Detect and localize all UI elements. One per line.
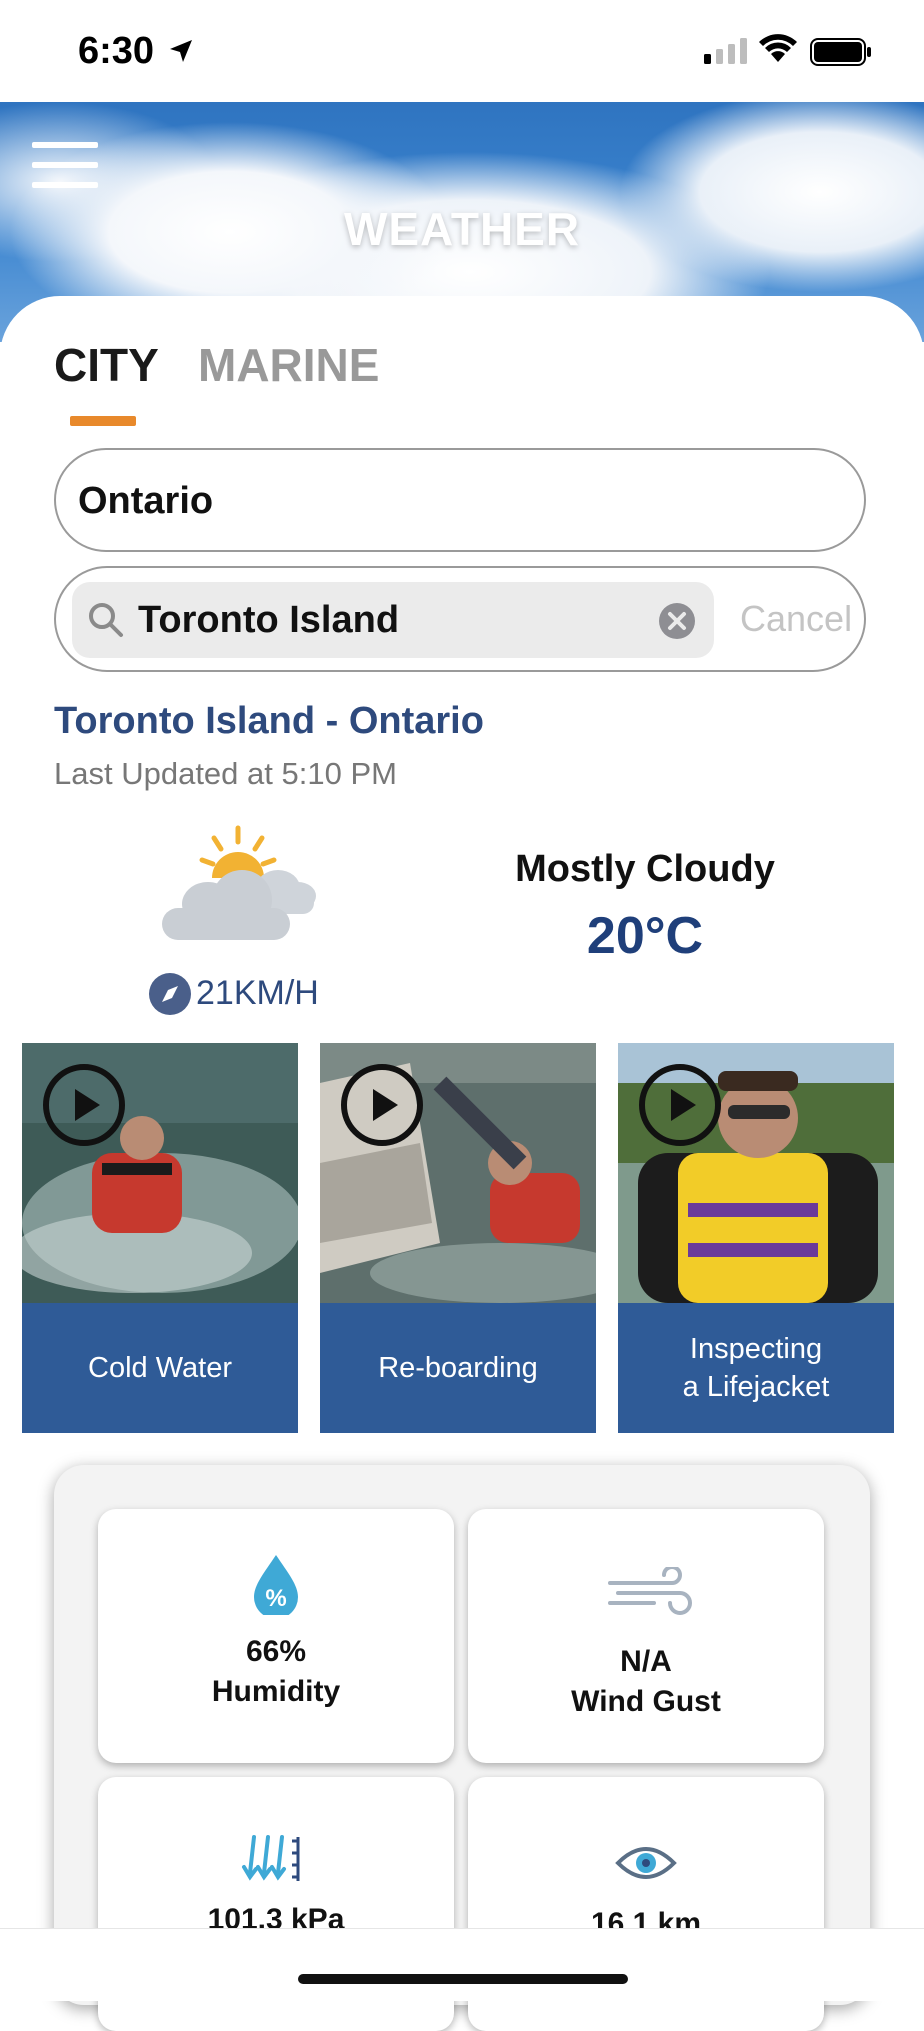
province-selector[interactable]: Ontario [54, 448, 866, 552]
location-arrow-icon [170, 40, 192, 62]
active-tab-indicator [70, 416, 136, 426]
visibility-icon [615, 1847, 677, 1879]
home-indicator[interactable] [298, 1974, 628, 1984]
video-label: Inspecting a Lifejacket [682, 1333, 830, 1403]
menu-icon[interactable] [32, 142, 98, 190]
tab-marine[interactable]: MARINE [198, 338, 379, 392]
pressure-icon [242, 1835, 300, 1881]
video-card-cold-water[interactable]: Cold Water [22, 1043, 298, 1433]
wind-gust-label: Wind Gust [571, 1685, 721, 1718]
tab-city[interactable]: CITY [54, 338, 159, 392]
weather-details-panel: % 66% Humidity N/A Wind Gust 101.3 kPa 1… [54, 1465, 870, 2031]
cellular-signal-icon [704, 38, 747, 64]
humidity-value: 66% [245, 1635, 307, 1668]
video-label: Re-boarding [378, 1352, 538, 1384]
location-title: Toronto Island - Ontario [54, 700, 484, 742]
temperature: 20°C [586, 907, 704, 965]
weather-condition: Mostly Cloudy [515, 848, 775, 890]
battery-icon [810, 38, 871, 66]
play-icon [639, 1064, 721, 1146]
province-value: Ontario [78, 480, 214, 522]
search-input[interactable]: Toronto Island [72, 582, 714, 658]
wind-gust-value: N/A [620, 1645, 672, 1678]
search-bar: Toronto Island Cancel [54, 566, 866, 672]
video-card-re-boarding[interactable]: Re-boarding [320, 1043, 596, 1433]
search-value: Toronto Island [138, 599, 400, 641]
home-indicator-area [0, 1928, 924, 2001]
cancel-button[interactable]: Cancel [740, 598, 852, 640]
compass-icon [149, 973, 191, 1015]
humidity-icon: % [254, 1555, 298, 1615]
video-thumbnail [320, 1043, 596, 1303]
video-thumbnail [618, 1043, 894, 1303]
clear-search-icon[interactable] [658, 602, 696, 640]
play-icon [341, 1064, 423, 1146]
partly-cloudy-icon [162, 825, 316, 940]
status-time: 6:30 [78, 30, 155, 72]
svg-text:%: % [265, 1585, 286, 1612]
video-thumbnail [22, 1043, 298, 1303]
page-title: WEATHER [343, 203, 581, 255]
status-bar: 6:30 [0, 0, 924, 102]
search-icon [89, 603, 123, 637]
wind-speed: 21KM/H [196, 974, 319, 1012]
wind-icon [608, 1567, 692, 1615]
video-label: Cold Water [88, 1352, 232, 1384]
humidity-tile: % 66% Humidity [98, 1509, 454, 1763]
humidity-label: Humidity [211, 1675, 341, 1708]
wind-gust-tile: N/A Wind Gust [468, 1509, 824, 1763]
wifi-icon [759, 34, 797, 62]
play-icon [43, 1064, 125, 1146]
video-card-inspecting-lifejacket[interactable]: Inspecting a Lifejacket [618, 1043, 894, 1433]
last-updated: Last Updated at 5:10 PM [54, 756, 397, 791]
